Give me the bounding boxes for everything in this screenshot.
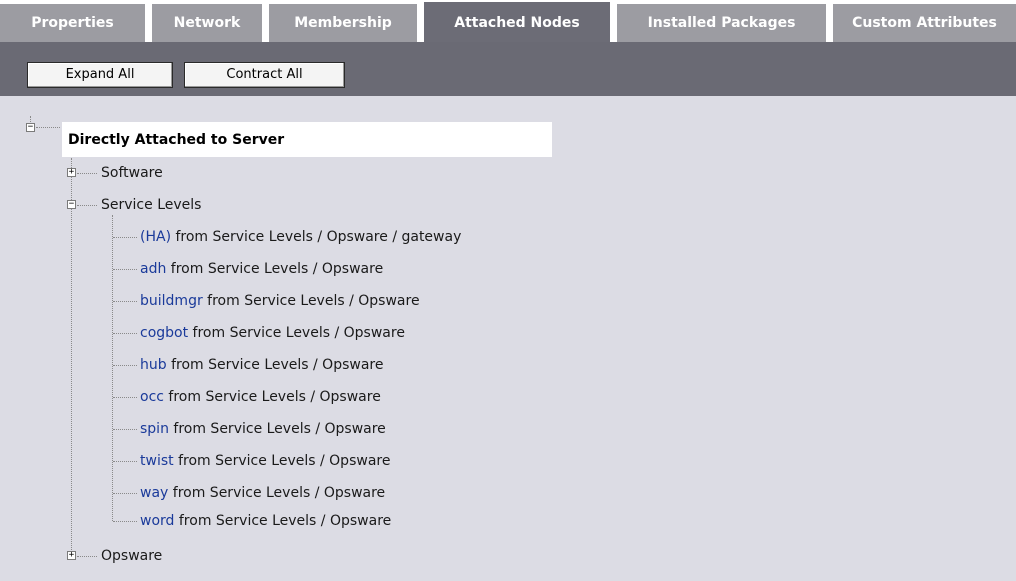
list-item[interactable]: word from Service Levels / Opsware bbox=[140, 511, 391, 531]
tree-node-service-levels[interactable]: Service Levels bbox=[101, 195, 201, 215]
service-level-link[interactable]: way bbox=[140, 485, 168, 501]
tree-connector bbox=[113, 493, 137, 494]
service-level-path: from Service Levels / Opsware bbox=[178, 453, 391, 469]
tree-connector bbox=[113, 429, 137, 430]
tab-attached-nodes[interactable]: Attached Nodes bbox=[424, 2, 610, 42]
service-level-link[interactable]: hub bbox=[140, 357, 167, 373]
tree-connector bbox=[113, 461, 137, 462]
service-level-path: from Service Levels / Opsware bbox=[178, 513, 392, 529]
list-item[interactable]: buildmgr from Service Levels / Opsware bbox=[140, 291, 420, 311]
toolbar: Expand All Contract All bbox=[0, 42, 1016, 96]
list-item[interactable]: way from Service Levels / Opsware bbox=[140, 483, 385, 503]
attached-nodes-tree: − Directly Attached to Server + Software… bbox=[0, 96, 1016, 581]
service-level-link[interactable]: buildmgr bbox=[140, 293, 203, 309]
tab-custom-attributes[interactable]: Custom Attributes bbox=[833, 4, 1016, 42]
service-level-link[interactable]: cogbot bbox=[140, 325, 188, 341]
tree-node-opsware[interactable]: Opsware bbox=[101, 546, 162, 566]
list-item[interactable]: occ from Service Levels / Opsware bbox=[140, 387, 381, 407]
tree-connector bbox=[36, 127, 60, 128]
service-level-path: from Service Levels / Opsware bbox=[192, 325, 405, 341]
list-item[interactable]: cogbot from Service Levels / Opsware bbox=[140, 323, 405, 343]
tree-connector bbox=[77, 173, 97, 174]
service-level-link[interactable]: (HA) bbox=[140, 229, 171, 245]
service-level-path: from Service Levels / Opsware bbox=[168, 389, 381, 405]
tree-connector bbox=[112, 215, 113, 521]
service-level-link[interactable]: twist bbox=[140, 453, 174, 469]
expand-all-button[interactable]: Expand All bbox=[27, 62, 173, 88]
tree-node-software[interactable]: Software bbox=[101, 163, 163, 183]
minus-box-icon[interactable]: − bbox=[67, 200, 76, 209]
tree-connector bbox=[113, 397, 137, 398]
list-item[interactable]: (HA) from Service Levels / Opsware / gat… bbox=[140, 227, 461, 247]
tree-connector bbox=[77, 205, 97, 206]
service-level-path: from Service Levels / Opsware / gateway bbox=[175, 229, 462, 245]
service-level-path: from Service Levels / Opsware bbox=[171, 357, 384, 373]
service-level-path: from Service Levels / Opsware bbox=[207, 293, 420, 309]
tab-strip: Properties Network Membership Attached N… bbox=[0, 0, 1016, 42]
tree-connector bbox=[113, 237, 137, 238]
tab-properties[interactable]: Properties bbox=[0, 4, 145, 42]
list-item[interactable]: twist from Service Levels / Opsware bbox=[140, 451, 390, 471]
tree-connector bbox=[113, 269, 137, 270]
service-level-link[interactable]: word bbox=[140, 513, 174, 529]
plus-box-icon[interactable]: + bbox=[67, 168, 76, 177]
list-item[interactable]: adh from Service Levels / Opsware bbox=[140, 259, 383, 279]
service-level-path: from Service Levels / Opsware bbox=[172, 485, 386, 501]
tree-connector bbox=[113, 333, 137, 334]
tab-installed-packages[interactable]: Installed Packages bbox=[617, 4, 826, 42]
list-item[interactable]: hub from Service Levels / Opsware bbox=[140, 355, 383, 375]
tree-root-node[interactable]: Directly Attached to Server bbox=[62, 122, 552, 157]
tree-connector bbox=[113, 365, 137, 366]
list-item[interactable]: spin from Service Levels / Opsware bbox=[140, 419, 386, 439]
plus-box-icon[interactable]: + bbox=[67, 551, 76, 560]
tree-connector bbox=[77, 556, 97, 557]
tab-network[interactable]: Network bbox=[152, 4, 262, 42]
tree-connector bbox=[71, 158, 72, 552]
minus-box-icon[interactable]: − bbox=[26, 123, 35, 132]
service-level-path: from Service Levels / Opsware bbox=[170, 261, 384, 277]
service-level-link[interactable]: spin bbox=[140, 421, 169, 437]
service-level-link[interactable]: occ bbox=[140, 389, 164, 405]
service-level-path: from Service Levels / Opsware bbox=[173, 421, 386, 437]
contract-all-button[interactable]: Contract All bbox=[184, 62, 345, 88]
tree-connector bbox=[113, 301, 137, 302]
tab-membership[interactable]: Membership bbox=[269, 4, 417, 42]
tree-connector bbox=[113, 521, 137, 522]
service-level-link[interactable]: adh bbox=[140, 261, 166, 277]
